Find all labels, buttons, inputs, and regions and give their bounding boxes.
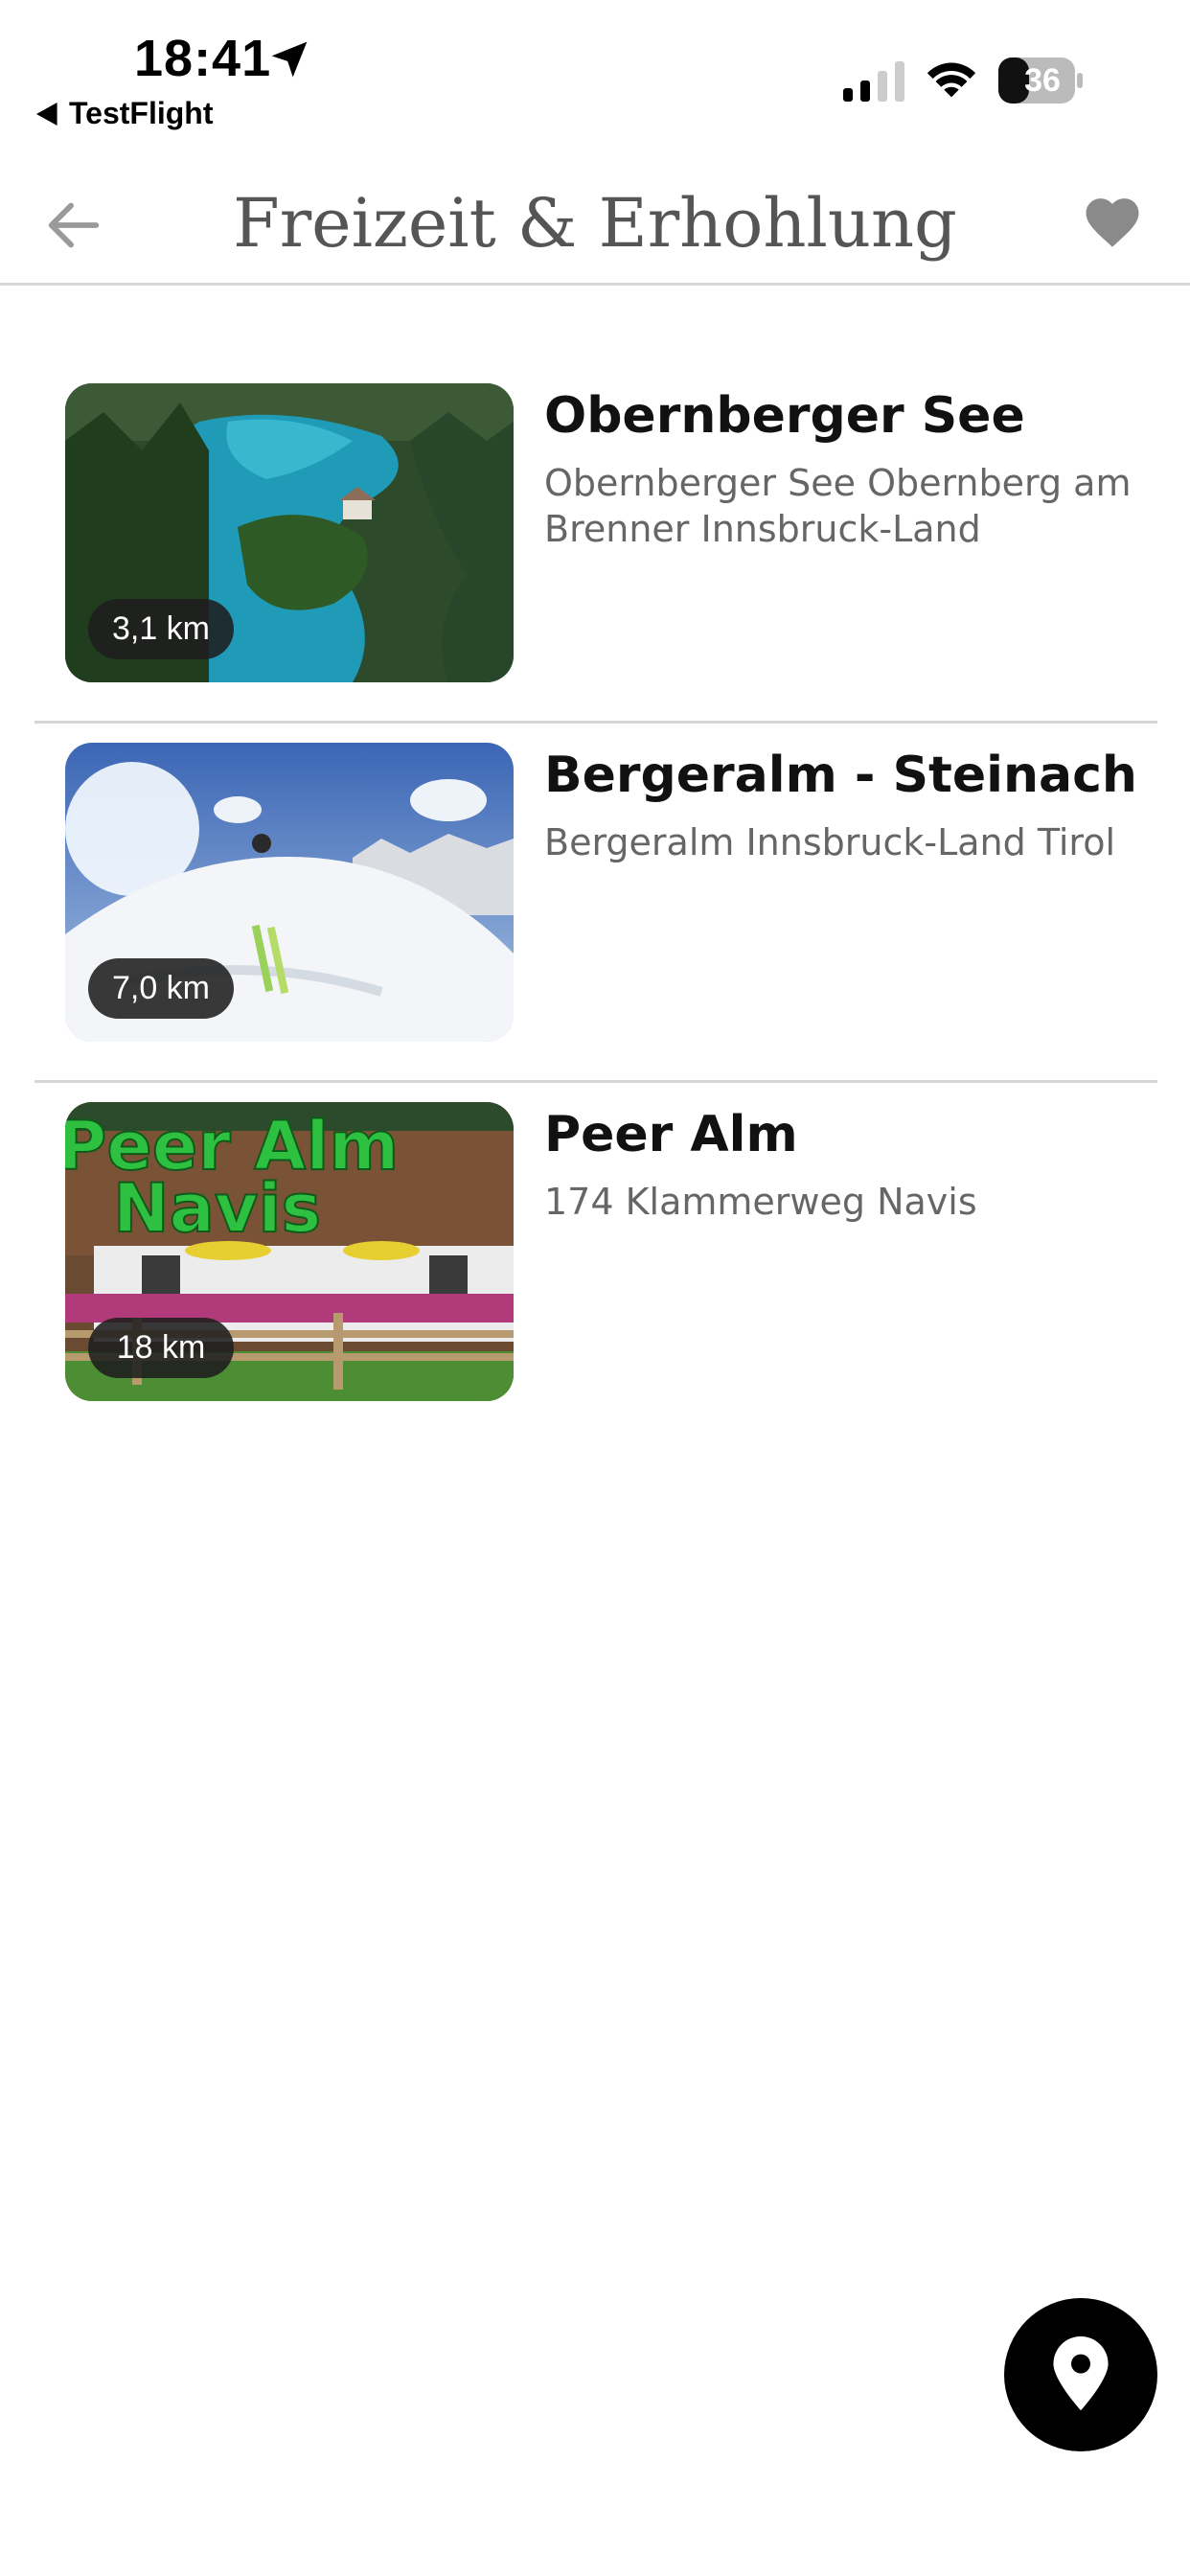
heart-icon[interactable]	[1081, 192, 1144, 255]
item-title: Peer Alm	[544, 1106, 798, 1163]
battery-level: 36	[1024, 62, 1061, 99]
back-triangle-icon	[36, 102, 57, 126]
map-button[interactable]	[1004, 2298, 1157, 2451]
location-arrow-icon	[271, 41, 308, 78]
signal-icon	[843, 61, 904, 102]
back-to-app[interactable]: TestFlight	[36, 96, 214, 131]
wifi-icon	[927, 62, 976, 98]
back-app-label: TestFlight	[69, 96, 214, 130]
list-item-obernberger-see[interactable]: 3,1 km Obernberger See Obernberger See O…	[34, 364, 1157, 724]
item-address: Obernberger See Obernberg am Brenner Inn…	[544, 462, 1132, 550]
item-title: Obernberger See	[544, 387, 1025, 445]
image-caption-line2: Navis	[113, 1169, 321, 1248]
distance-badge: 18 km	[88, 1318, 234, 1378]
distance-badge: 3,1 km	[88, 599, 234, 659]
page-title: Freizeit & Erhohlung	[233, 184, 957, 263]
status-time: 18:41	[134, 30, 272, 87]
item-address: Bergeralm Innsbruck-Land Tirol	[544, 821, 1116, 863]
item-address: 174 Klammerweg Navis	[544, 1181, 977, 1223]
screen: 18:41 TestFlight 36 Freizeit & Erhohlung…	[0, 0, 1190, 2576]
item-title: Bergeralm - Steinach	[544, 747, 1137, 804]
map-pin-icon	[1053, 2336, 1109, 2411]
list-item-bergeralm-steinach[interactable]: 7,0 km Bergeralm - Steinach Bergeralm In…	[34, 724, 1157, 1083]
distance-badge: 7,0 km	[88, 958, 234, 1019]
status-bar: 18:41 TestFlight 36	[0, 0, 1190, 153]
header: Freizeit & Erhohlung	[0, 163, 1190, 286]
list-item-peer-alm[interactable]: Peer Alm Navis 18 km Peer Alm 174 Klamme…	[34, 1083, 1157, 1442]
location-list: 3,1 km Obernberger See Obernberger See O…	[34, 364, 1157, 1442]
